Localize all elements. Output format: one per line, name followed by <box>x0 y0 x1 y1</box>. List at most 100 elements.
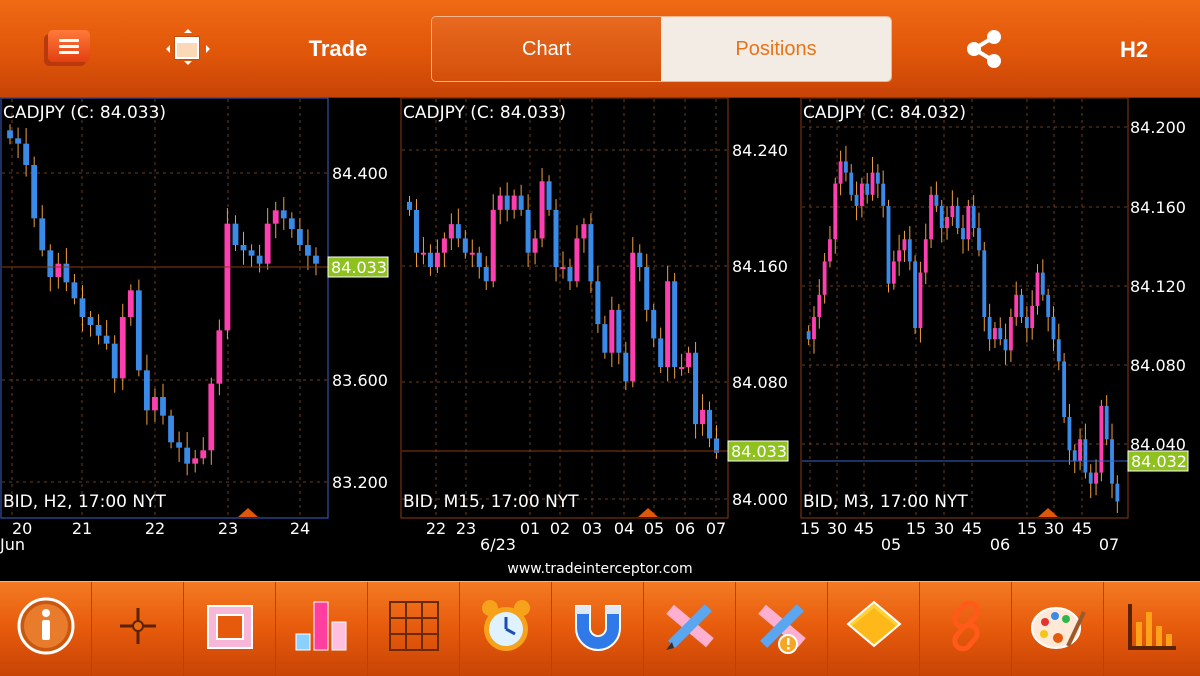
y-tick-label: 83.600 <box>332 371 388 390</box>
x-tick-label: 23 <box>218 519 238 538</box>
y-tick-label: 83.200 <box>332 473 388 492</box>
chart-footer: BID, M15, 17:00 NYT <box>403 492 579 512</box>
candle <box>828 239 832 262</box>
candle <box>993 328 997 340</box>
candle <box>1072 450 1077 462</box>
folder-icon[interactable] <box>828 582 920 676</box>
grid-icon[interactable] <box>368 582 460 676</box>
candle <box>881 183 886 206</box>
chart-settings-icon[interactable] <box>1104 582 1196 676</box>
candle <box>822 261 827 295</box>
candle <box>700 409 706 425</box>
window-icon[interactable] <box>166 29 210 69</box>
trade-button[interactable]: Trade <box>296 36 380 62</box>
candle <box>240 245 247 251</box>
price-tag-label: 84.033 <box>731 442 787 461</box>
x-sub-label: 6/23 <box>480 535 516 554</box>
drawing-tools-alert-icon[interactable] <box>736 582 828 676</box>
candle <box>200 450 207 459</box>
candle <box>455 224 461 239</box>
candle <box>987 317 992 340</box>
candle <box>644 267 650 310</box>
timeframe-button[interactable]: H2 <box>1112 37 1156 63</box>
candle <box>843 161 848 173</box>
candle <box>288 218 295 229</box>
candle <box>111 343 118 379</box>
chart-panel-m3[interactable]: 84.200 84.160 84.120 84.080 84.040 84.032 15 30… <box>800 97 1200 559</box>
view-toggle: Chart Positions <box>431 16 892 82</box>
y-tick-label: 84.200 <box>1130 118 1186 137</box>
palette-icon[interactable] <box>1012 582 1104 676</box>
candle <box>313 255 319 264</box>
indicators-icon[interactable] <box>276 582 368 676</box>
share-icon[interactable] <box>962 26 1008 72</box>
x-tick-label: 30 <box>1044 519 1064 538</box>
candle <box>567 267 573 282</box>
candle <box>31 165 38 219</box>
candle <box>413 209 419 253</box>
candle <box>945 217 949 229</box>
tab-chart[interactable]: Chart <box>432 17 661 81</box>
candle <box>462 238 468 253</box>
candle <box>264 223 271 264</box>
link-icon[interactable] <box>920 582 1012 676</box>
candle <box>1115 483 1120 502</box>
x-tick-label: 07 <box>706 519 726 538</box>
candle <box>224 223 231 331</box>
candle <box>192 458 199 464</box>
candle <box>1099 405 1104 473</box>
candle <box>1024 317 1029 329</box>
candle <box>1051 317 1056 340</box>
candle <box>216 330 223 384</box>
x-tick-label: 15 <box>1017 519 1037 538</box>
candle <box>707 409 713 439</box>
crosshair-icon[interactable] <box>92 582 184 676</box>
y-tick-label: 84.120 <box>1130 277 1186 296</box>
y-tick-label: 84.240 <box>732 141 788 160</box>
candle <box>23 143 30 165</box>
y-tick-label: 84.160 <box>1130 198 1186 217</box>
candlestick-chart-h2[interactable]: 84.40084.00083.60083.20084.0332021222324… <box>0 97 400 559</box>
candle <box>248 250 255 256</box>
chart-panel-h2[interactable]: 84.40084.00083.60083.20084.0332021222324… <box>0 97 400 559</box>
tab-positions[interactable]: Positions <box>661 17 891 81</box>
x-tick-label: 03 <box>582 519 602 538</box>
menu-icon[interactable] <box>48 30 90 62</box>
candle <box>955 205 960 229</box>
candle <box>913 261 918 329</box>
x-sub-label: 06 <box>990 535 1010 554</box>
website-link[interactable]: www.tradeinterceptor.com <box>0 561 1200 577</box>
x-tick-label: 01 <box>520 519 540 538</box>
candle <box>630 252 636 382</box>
x-sub-label: Jun <box>0 535 25 554</box>
candle <box>504 195 510 210</box>
alarm-clock-icon[interactable] <box>460 582 552 676</box>
x-tick-label: 24 <box>290 519 310 538</box>
chart-title: CADJPY (C: 84.032) <box>803 103 967 123</box>
candle <box>977 228 981 251</box>
candle <box>539 181 545 239</box>
plot-area <box>0 97 329 519</box>
plot-area <box>400 97 729 519</box>
x-tick-label: 04 <box>614 519 634 538</box>
candle <box>176 442 183 448</box>
drawing-tools-icon[interactable] <box>644 582 736 676</box>
candlestick-chart-m15[interactable]: 84.240 84.160 84.080 84.000 84.033 22 23 01 02 03… <box>400 97 800 559</box>
candle <box>651 309 657 339</box>
magnet-icon[interactable] <box>552 582 644 676</box>
x-tick-label: 05 <box>644 519 664 538</box>
candlestick-chart-m3[interactable]: 84.20084.16084.12084.08084.04084.03215 30… <box>800 97 1200 559</box>
candle <box>280 210 287 219</box>
chart-panel-m15[interactable]: 84.240 84.160 84.080 84.000 84.033 22 23 01 02 03… <box>400 97 800 559</box>
zoom-frame-icon[interactable] <box>184 582 276 676</box>
candle <box>838 161 843 184</box>
candle <box>232 223 239 245</box>
candle <box>923 239 928 273</box>
candle <box>849 172 854 195</box>
candle <box>902 239 907 251</box>
candle <box>1078 439 1083 462</box>
candle <box>1067 417 1072 451</box>
candle <box>817 294 822 317</box>
x-tick-label: 45 <box>1072 519 1092 538</box>
info-icon[interactable] <box>0 582 92 676</box>
